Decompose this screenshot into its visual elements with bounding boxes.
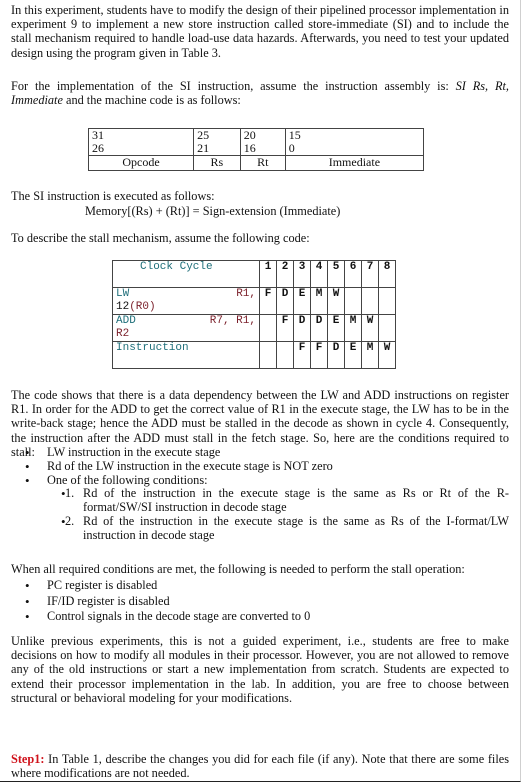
stall-condition: LW instruction in the execute stage bbox=[25, 445, 509, 460]
bit-range-row: 31 26 25 21 20 16 15 0 bbox=[87, 128, 425, 156]
stall-conditions-list: LW instruction in the execute stage Rd o… bbox=[11, 445, 509, 543]
sub-condition: 2. Rd of the instruction in the execute s… bbox=[61, 513, 509, 543]
cycle-header: 4 bbox=[310, 260, 328, 288]
stage-cell: D bbox=[293, 314, 311, 342]
stage-cell: E bbox=[327, 314, 345, 342]
field-name-row: Opcode Rs Rt Immediate bbox=[87, 155, 425, 171]
stall-op: IF/ID register is disabled bbox=[25, 594, 509, 610]
si-intro-prefix: For the implementation of the SI instruc… bbox=[11, 79, 456, 93]
stall-ops-list: PC register is disabled IF/ID register i… bbox=[11, 578, 509, 625]
sub-condition-number: 1. bbox=[65, 486, 75, 501]
bit-low: 16 bbox=[243, 141, 256, 155]
stage-cell bbox=[344, 287, 362, 315]
cycle-header: 7 bbox=[361, 260, 379, 288]
cycle-header: 3 bbox=[293, 260, 311, 288]
base-register: (R0) bbox=[129, 301, 156, 313]
stage-cell bbox=[276, 341, 294, 369]
stall-condition: One of the following conditions: 1. Rd of… bbox=[25, 472, 509, 543]
cycle-header: 1 bbox=[259, 260, 277, 288]
bit-low: 21 bbox=[197, 141, 210, 155]
field-rs: Rs bbox=[193, 155, 241, 171]
stage-cell: E bbox=[344, 341, 362, 369]
stall-op: PC register is disabled bbox=[25, 578, 509, 594]
stage-cell: F bbox=[310, 341, 328, 369]
instruction-cell: ADD R7, R1, R2 bbox=[112, 314, 260, 342]
stage-cell bbox=[378, 314, 396, 342]
si-exec-label: The SI instruction is executed as follow… bbox=[11, 189, 215, 203]
opcode-bits: 31 26 bbox=[87, 128, 195, 156]
sub-conditions-list: 1. Rd of the instruction in the execute s… bbox=[47, 487, 509, 542]
sub-condition-text: Rd of the instruction in the execute sta… bbox=[83, 513, 509, 542]
pipeline-row-add: ADD R7, R1, R2 F D D E M W bbox=[112, 314, 396, 342]
pipeline-row-instruction: Instruction F F D E M W bbox=[112, 341, 396, 369]
stage-cell: D bbox=[327, 341, 345, 369]
cycle-header: 8 bbox=[378, 260, 396, 288]
step1-text: In Table 1, describe the changes you did… bbox=[11, 752, 509, 781]
cycle-header: 6 bbox=[344, 260, 362, 288]
pipeline-table: Clock Cycle 1 2 3 4 5 6 7 8 LW R1, 12(R0)… bbox=[112, 260, 396, 369]
stage-cell: D bbox=[276, 287, 294, 315]
immediate-bits: 15 0 bbox=[284, 128, 425, 156]
cycle-header: 5 bbox=[327, 260, 345, 288]
sub-condition: 1. Rd of the instruction in the execute s… bbox=[61, 486, 509, 515]
pipeline-header-row: Clock Cycle 1 2 3 4 5 6 7 8 bbox=[112, 260, 396, 288]
clock-cycle-header: Clock Cycle bbox=[112, 260, 260, 288]
instruction-opcode: ADD bbox=[116, 315, 136, 327]
clock-cycle-label: Clock Cycle bbox=[140, 261, 213, 273]
stall-condition-text: One of the following conditions: bbox=[47, 472, 208, 487]
stage-cell: M bbox=[361, 341, 379, 369]
stage-cell: W bbox=[361, 314, 379, 342]
freedom-paragraph: Unlike previous experiments, this is not… bbox=[11, 634, 509, 705]
stage-cell: M bbox=[344, 314, 362, 342]
stall-intro: To describe the stall mechanism, assume … bbox=[11, 231, 310, 245]
instruction-operands: R7, R1, bbox=[209, 315, 256, 327]
stall-condition: Rd of the LW instruction in the execute … bbox=[25, 459, 509, 474]
stage-cell: W bbox=[378, 341, 396, 369]
instruction-cell: Instruction bbox=[112, 341, 260, 369]
si-intro-paragraph: For the implementation of the SI instruc… bbox=[11, 79, 509, 107]
step1-label: Step1: bbox=[11, 752, 45, 766]
stage-cell: F bbox=[259, 287, 277, 315]
step1-paragraph: Step1: In Table 1, describe the changes … bbox=[11, 752, 509, 780]
instruction-operand-r2: R2 bbox=[116, 328, 130, 340]
sub-condition-text: Rd of the instruction in the execute sta… bbox=[83, 486, 509, 515]
bit-low: 0 bbox=[288, 141, 295, 155]
stage-cell: D bbox=[310, 314, 328, 342]
intro-paragraph: In this experiment, students have to mod… bbox=[11, 3, 509, 60]
si-exec-formula: Memory[(Rs) + (Rt)] = Sign-extension (Im… bbox=[85, 204, 341, 218]
bit-high: 15 bbox=[288, 128, 301, 142]
stall-ops-intro: When all required conditions are met, th… bbox=[11, 562, 465, 576]
rt-bits: 20 16 bbox=[239, 128, 286, 156]
stage-cell: E bbox=[293, 287, 311, 315]
stage-cell bbox=[259, 341, 277, 369]
stage-cell: W bbox=[327, 287, 345, 315]
rs-bits: 25 21 bbox=[193, 128, 241, 156]
stage-cell bbox=[361, 287, 379, 315]
instruction-opcode: Instruction bbox=[116, 342, 189, 354]
stage-cell bbox=[378, 287, 396, 315]
si-intro-suffix: and the machine code is as follows: bbox=[62, 93, 241, 108]
instruction-operands: R1, bbox=[236, 288, 256, 300]
field-opcode: Opcode bbox=[87, 155, 195, 171]
field-rt: Rt bbox=[239, 155, 286, 171]
instruction-opcode: LW bbox=[116, 288, 130, 300]
bit-high: 31 bbox=[92, 128, 104, 142]
cycle-header: 2 bbox=[276, 260, 294, 288]
stall-op: Control signals in the decode stage are … bbox=[25, 609, 509, 625]
pipeline-row-lw: LW R1, 12(R0) F D E M W bbox=[112, 287, 396, 315]
document-page: In this experiment, students have to mod… bbox=[0, 0, 521, 782]
instruction-cell: LW R1, 12(R0) bbox=[112, 287, 260, 315]
sub-condition-number: 2. bbox=[65, 513, 75, 528]
machine-code-table: 31 26 25 21 20 16 15 0 Opcode Rs Rt Immediat… bbox=[87, 128, 425, 171]
stage-cell: M bbox=[310, 287, 328, 315]
stage-cell: F bbox=[276, 314, 294, 342]
bit-low: 26 bbox=[92, 141, 104, 155]
stage-cell bbox=[259, 314, 277, 342]
stage-cell: F bbox=[293, 341, 311, 369]
offset-value: 12 bbox=[116, 301, 130, 313]
field-immediate: Immediate bbox=[284, 155, 425, 171]
